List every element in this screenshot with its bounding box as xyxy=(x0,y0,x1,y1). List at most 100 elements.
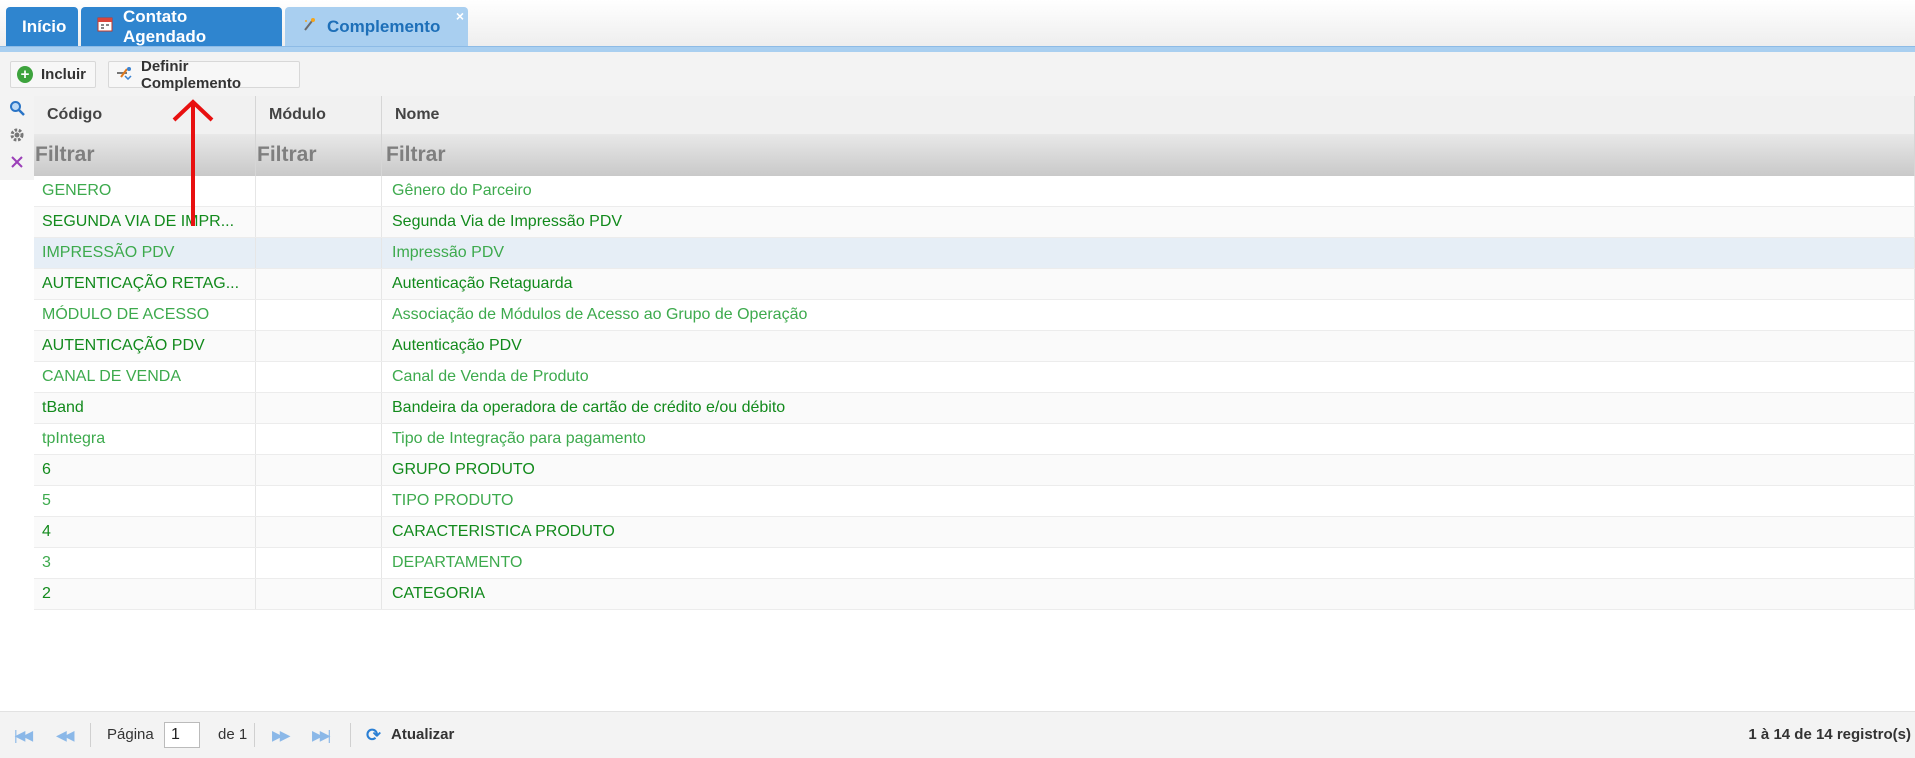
cell-nome: CARACTERISTICA PRODUTO xyxy=(382,517,1915,547)
grid-side-tools xyxy=(0,96,34,180)
last-page-icon[interactable]: ▶▶| xyxy=(312,712,331,758)
cell-codigo: IMPRESSÃO PDV xyxy=(34,238,256,268)
cell-codigo: AUTENTICAÇÃO PDV xyxy=(34,331,256,361)
first-page-icon[interactable]: |◀◀ xyxy=(14,712,33,758)
cell-codigo: 5 xyxy=(34,486,256,516)
table-row[interactable]: AUTENTICAÇÃO PDV Autenticação PDV xyxy=(34,331,1915,362)
cell-codigo: 2 xyxy=(34,579,256,609)
table-row[interactable]: GENERO Gênero do Parceiro xyxy=(34,176,1915,207)
cell-modulo xyxy=(256,362,382,392)
cell-modulo xyxy=(256,331,382,361)
cell-modulo xyxy=(256,393,382,423)
previous-page-icon[interactable]: ◀◀ xyxy=(56,712,74,758)
cell-codigo: tpIntegra xyxy=(34,424,256,454)
cell-nome: Segunda Via de Impressão PDV xyxy=(382,207,1915,237)
tab-complemento[interactable]: Complemento × xyxy=(285,7,468,46)
column-header-modulo[interactable]: Módulo xyxy=(256,96,382,134)
divider xyxy=(254,723,255,747)
cell-codigo: 4 xyxy=(34,517,256,547)
cell-modulo xyxy=(256,424,382,454)
next-page-icon[interactable]: ▶▶ xyxy=(272,712,290,758)
table-row[interactable]: tpIntegra Tipo de Integração para pagamen… xyxy=(34,424,1915,455)
plus-icon: + xyxy=(17,66,33,83)
close-icon[interactable]: × xyxy=(456,8,464,24)
cell-nome: Autenticação Retaguarda xyxy=(382,269,1915,299)
cell-nome: Autenticação PDV xyxy=(382,331,1915,361)
table-row[interactable]: 4 CARACTERISTICA PRODUTO xyxy=(34,517,1915,548)
cell-codigo: 3 xyxy=(34,548,256,578)
tab-label: Início xyxy=(22,16,67,36)
cell-modulo xyxy=(256,238,382,268)
cell-modulo xyxy=(256,579,382,609)
table-row[interactable]: CANAL DE VENDA Canal de Venda de Produto xyxy=(34,362,1915,393)
define-complement-button[interactable]: Definir Complemento xyxy=(108,58,300,92)
cell-nome: GRUPO PRODUTO xyxy=(382,455,1915,485)
cell-codigo: MÓDULO DE ACESSO xyxy=(34,300,256,330)
cell-codigo: CANAL DE VENDA xyxy=(34,362,256,392)
refresh-icon[interactable]: ⟳ xyxy=(366,712,381,758)
annotation-arrow xyxy=(172,99,214,226)
table-row[interactable]: SEGUNDA VIA DE IMPR... Segunda Via de Imp… xyxy=(34,207,1915,238)
cell-nome: Canal de Venda de Produto xyxy=(382,362,1915,392)
cell-nome: Impressão PDV xyxy=(382,238,1915,268)
tab-label: Complemento xyxy=(327,16,441,36)
table-row[interactable]: tBand Bandeira da operadora de cartão de … xyxy=(34,393,1915,424)
cell-codigo: 6 xyxy=(34,455,256,485)
filter-modulo[interactable]: Filtrar xyxy=(256,134,382,176)
records-count: 1 à 14 de 14 registro(s) xyxy=(1748,726,1911,743)
cell-codigo: GENERO xyxy=(34,176,256,206)
cell-codigo: AUTENTICAÇÃO RETAG... xyxy=(34,269,256,299)
cell-nome: TIPO PRODUTO xyxy=(382,486,1915,516)
column-header-codigo[interactable]: Código xyxy=(34,96,256,134)
include-label: Incluir xyxy=(40,66,86,83)
wand-icon xyxy=(115,66,133,84)
table-row[interactable]: 5 TIPO PRODUTO xyxy=(34,486,1915,517)
column-header-nome[interactable]: Nome xyxy=(382,96,1915,134)
cell-nome: Gênero do Parceiro xyxy=(382,176,1915,206)
filter-nome[interactable]: Filtrar xyxy=(382,134,1915,176)
clear-filter-icon[interactable] xyxy=(7,154,27,174)
cell-nome: Tipo de Integração para pagamento xyxy=(382,424,1915,454)
cell-modulo xyxy=(256,300,382,330)
cell-modulo xyxy=(256,455,382,485)
refresh-button[interactable]: Atualizar xyxy=(391,712,454,758)
page-total: de 1 xyxy=(218,726,248,743)
cell-modulo xyxy=(256,207,382,237)
tab-label: Contato Agendado xyxy=(123,6,207,46)
pagination-bar: |◀◀ ◀◀ Página de 1 ▶▶ ▶▶| ⟳ Atualizar 1 … xyxy=(0,711,1915,758)
cell-modulo xyxy=(256,486,382,516)
table-row[interactable]: 6 GRUPO PRODUTO xyxy=(34,455,1915,486)
cell-nome: Bandeira da operadora de cartão de crédi… xyxy=(382,393,1915,423)
filter-codigo[interactable]: Filtrar xyxy=(34,134,256,176)
cell-nome: CATEGORIA xyxy=(382,579,1915,609)
cell-modulo xyxy=(256,269,382,299)
page-number-input[interactable] xyxy=(164,722,200,748)
table-row[interactable]: IMPRESSÃO PDV Impressão PDV xyxy=(34,238,1915,269)
table-row[interactable]: MÓDULO DE ACESSO Associação de Módulos de… xyxy=(34,300,1915,331)
divider xyxy=(350,723,351,747)
cell-modulo xyxy=(256,548,382,578)
table-row[interactable]: 2 CATEGORIA xyxy=(34,579,1915,610)
filter-row: Filtrar Filtrar Filtrar xyxy=(34,134,1915,176)
define-label: Definir Complemento xyxy=(141,57,242,92)
cell-codigo: tBand xyxy=(34,393,256,423)
cell-codigo: SEGUNDA VIA DE IMPR... xyxy=(34,207,256,237)
cell-modulo xyxy=(256,517,382,547)
tab-contato-agendado[interactable]: Contato Agendado xyxy=(81,7,282,46)
wand-icon xyxy=(301,16,317,37)
include-button[interactable]: + Incluir xyxy=(10,61,96,88)
tab-bar: Início Contato Agendado Complemento × xyxy=(0,0,1915,53)
toolbar: + Incluir Definir Complemento xyxy=(0,52,1915,96)
table-row[interactable]: AUTENTICAÇÃO RETAG... Autenticação Retagu… xyxy=(34,269,1915,300)
search-icon[interactable] xyxy=(7,100,27,120)
grid-body: GENERO Gênero do Parceiro SEGUNDA VIA DE I… xyxy=(34,176,1915,610)
calendar-icon xyxy=(97,16,113,37)
page-label: Página xyxy=(107,726,154,743)
cell-nome: DEPARTAMENTO xyxy=(382,548,1915,578)
cell-modulo xyxy=(256,176,382,206)
cell-nome: Associação de Módulos de Acesso ao Grupo… xyxy=(382,300,1915,330)
divider xyxy=(90,723,91,747)
gear-icon[interactable] xyxy=(7,127,27,147)
table-row[interactable]: 3 DEPARTAMENTO xyxy=(34,548,1915,579)
tab-inicio[interactable]: Início xyxy=(6,7,78,46)
